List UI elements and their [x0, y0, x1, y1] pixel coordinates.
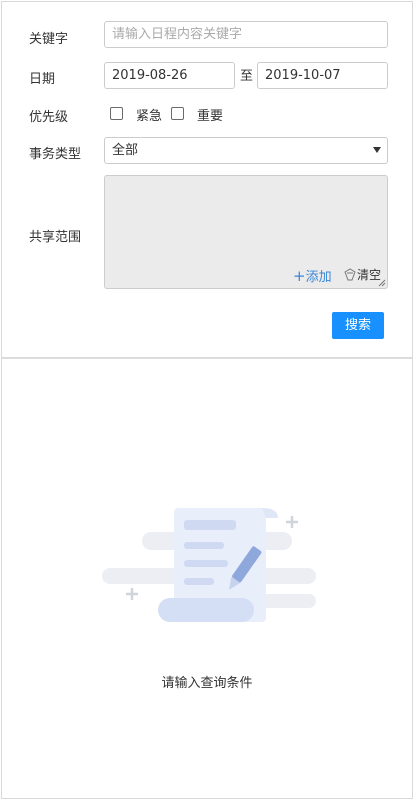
- resize-handle-icon[interactable]: [378, 279, 386, 287]
- start-date-input[interactable]: 2019-08-26: [104, 62, 235, 89]
- share-scope-box[interactable]: +添加 清空: [104, 175, 388, 289]
- priority-label: 优先级: [29, 110, 69, 125]
- search-form: 关键字 请输入日程内容关键字 日期 2019-08-26 至 2019-10-0…: [2, 2, 412, 358]
- event-type-label: 事务类型: [29, 147, 82, 162]
- date-label: 日期: [29, 72, 56, 87]
- urgent-checkbox-label: 紧急: [136, 109, 163, 124]
- urgent-checkbox[interactable]: [110, 107, 123, 120]
- chevron-down-icon: [373, 147, 381, 153]
- important-checkbox[interactable]: [171, 107, 184, 120]
- keyword-label: 关键字: [29, 32, 69, 47]
- share-scope-label: 共享范围: [29, 230, 82, 245]
- plus-icon: +: [293, 267, 306, 285]
- keyword-input[interactable]: 请输入日程内容关键字: [104, 21, 388, 48]
- empty-state-message: 请输入查询条件: [161, 676, 253, 691]
- important-checkbox-label: 重要: [197, 109, 224, 124]
- event-type-selected: 全部: [112, 143, 139, 158]
- search-button[interactable]: 搜索: [332, 312, 384, 339]
- divider: [2, 357, 412, 359]
- add-share-link[interactable]: +添加: [293, 266, 332, 285]
- search-panel: 关键字 请输入日程内容关键字 日期 2019-08-26 至 2019-10-0…: [1, 1, 413, 799]
- eraser-icon: [344, 268, 356, 281]
- empty-state-illustration-icon: [102, 508, 316, 622]
- event-type-select[interactable]: 全部: [104, 137, 388, 164]
- clear-share-link[interactable]: 清空: [343, 266, 381, 283]
- date-separator: 至: [240, 69, 254, 84]
- keyword-placeholder: 请输入日程内容关键字: [112, 27, 243, 42]
- end-date-input[interactable]: 2019-10-07: [257, 62, 388, 89]
